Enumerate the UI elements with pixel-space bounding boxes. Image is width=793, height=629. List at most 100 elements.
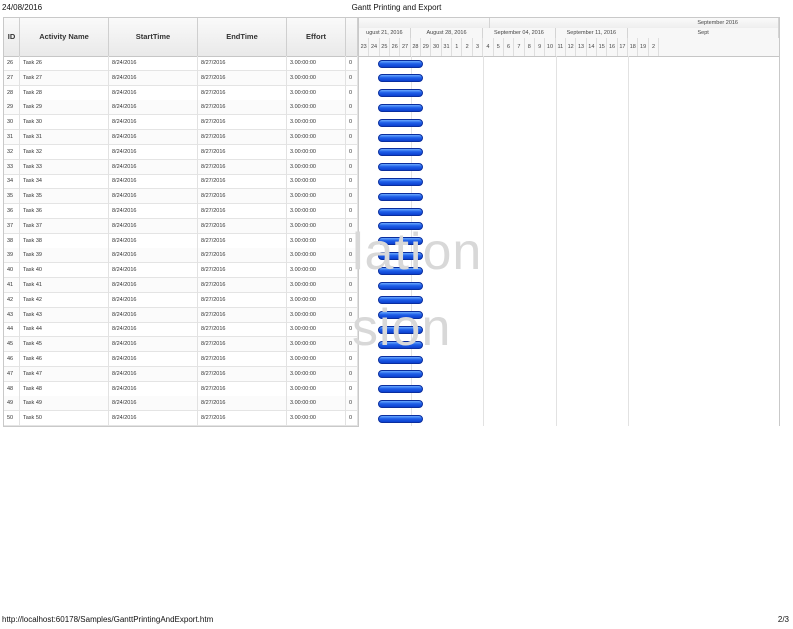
- task-bar[interactable]: [378, 133, 423, 142]
- timeline-day: 9: [535, 38, 546, 56]
- table-row[interactable]: 49 Task 49 8/24/2016 8/27/2016 3.00:00:00 0: [4, 396, 358, 412]
- table-row[interactable]: 43 Task 43 8/24/2016 8/27/2016 3.00:00:00 0: [4, 307, 358, 323]
- row-extra: 0: [346, 411, 358, 426]
- task-bar[interactable]: [378, 59, 423, 68]
- row-id: 44: [4, 322, 20, 338]
- row-start-time: 8/24/2016: [109, 85, 198, 101]
- timeline-week: August 28, 2016: [411, 28, 484, 38]
- task-bar[interactable]: [378, 177, 423, 186]
- row-start-time: 8/24/2016: [109, 411, 198, 426]
- timeline-day: 5: [494, 38, 504, 56]
- table-row[interactable]: 37 Task 37 8/24/2016 8/27/2016 3.00:00:00 0: [4, 218, 358, 234]
- column-header-activity-name[interactable]: Activity Name: [20, 18, 109, 56]
- column-header-end-time[interactable]: EndTime: [198, 18, 287, 56]
- row-id: 36: [4, 204, 20, 219]
- row-effort: 3.00:00:00: [287, 307, 346, 323]
- task-bar[interactable]: [378, 74, 423, 83]
- task-bar[interactable]: [378, 192, 423, 201]
- row-id: 47: [4, 366, 20, 382]
- table-row[interactable]: 45 Task 45 8/24/2016 8/27/2016 3.00:00:00 0: [4, 337, 358, 353]
- row-effort: 3.00:00:00: [287, 174, 346, 190]
- timeline-day: 25: [380, 38, 391, 56]
- table-row[interactable]: 41 Task 41 8/24/2016 8/27/2016 3.00:00:00 0: [4, 278, 358, 293]
- row-effort: 3.00:00:00: [287, 248, 346, 264]
- task-bar[interactable]: [378, 385, 423, 394]
- row-activity-name: Task 41: [20, 278, 109, 293]
- table-row[interactable]: 48 Task 48 8/24/2016 8/27/2016 3.00:00:00 0: [4, 381, 358, 397]
- row-activity-name: Task 30: [20, 115, 109, 131]
- task-bar[interactable]: [378, 370, 423, 379]
- task-bar[interactable]: [378, 89, 423, 98]
- timeline-day: 27: [400, 38, 411, 56]
- row-end-time: 8/27/2016: [198, 174, 287, 190]
- column-header-effort[interactable]: Effort: [287, 18, 346, 56]
- timeline-day: 24: [369, 38, 380, 56]
- timeline-day: 26: [390, 38, 401, 56]
- row-start-time: 8/24/2016: [109, 115, 198, 131]
- timeline-day: 16: [607, 38, 618, 56]
- row-id: 27: [4, 70, 20, 86]
- table-row[interactable]: 34 Task 34 8/24/2016 8/27/2016 3.00:00:00 0: [4, 174, 358, 190]
- row-effort: 3.00:00:00: [287, 337, 346, 353]
- row-end-time: 8/27/2016: [198, 204, 287, 219]
- row-activity-name: Task 50: [20, 411, 109, 426]
- row-effort: 3.00:00:00: [287, 322, 346, 338]
- table-row[interactable]: 35 Task 35 8/24/2016 8/27/2016 3.00:00:00 0: [4, 189, 358, 205]
- table-row[interactable]: 38 Task 38 8/24/2016 8/27/2016 3.00:00:00 0: [4, 233, 358, 249]
- table-row[interactable]: 29 Task 29 8/24/2016 8/27/2016 3.00:00:00 0: [4, 100, 358, 116]
- print-url: http://localhost:60178/Samples/GanttPrin…: [2, 615, 214, 624]
- row-end-time: 8/27/2016: [198, 307, 287, 323]
- table-row[interactable]: 28 Task 28 8/24/2016 8/27/2016 3.00:00:00 0: [4, 85, 358, 101]
- row-effort: 3.00:00:00: [287, 292, 346, 308]
- table-row[interactable]: 31 Task 31 8/24/2016 8/27/2016 3.00:00:00 0: [4, 130, 358, 145]
- row-start-time: 8/24/2016: [109, 100, 198, 116]
- column-header-id[interactable]: ID: [4, 18, 20, 56]
- row-start-time: 8/24/2016: [109, 159, 198, 175]
- task-bar[interactable]: [378, 207, 423, 216]
- table-row[interactable]: 36 Task 36 8/24/2016 8/27/2016 3.00:00:00 0: [4, 204, 358, 219]
- row-extra: 0: [346, 204, 358, 219]
- row-id: 28: [4, 85, 20, 101]
- timeline-day: 11: [556, 38, 566, 56]
- timeline-day: 1: [452, 38, 463, 56]
- table-row[interactable]: 50 Task 50 8/24/2016 8/27/2016 3.00:00:00 0: [4, 411, 358, 426]
- row-extra: 0: [346, 85, 358, 101]
- task-bar[interactable]: [378, 163, 423, 172]
- task-bar[interactable]: [378, 103, 423, 112]
- row-end-time: 8/27/2016: [198, 263, 287, 279]
- table-row[interactable]: 27 Task 27 8/24/2016 8/27/2016 3.00:00:00 0: [4, 70, 358, 86]
- row-end-time: 8/27/2016: [198, 366, 287, 382]
- task-bar[interactable]: [378, 414, 423, 423]
- table-row[interactable]: 26 Task 26 8/24/2016 8/27/2016 3.00:00:00 0: [4, 56, 358, 71]
- table-row[interactable]: 47 Task 47 8/24/2016 8/27/2016 3.00:00:00 0: [4, 366, 358, 382]
- row-start-time: 8/24/2016: [109, 70, 198, 86]
- task-bar[interactable]: [378, 399, 423, 408]
- table-row[interactable]: 44 Task 44 8/24/2016 8/27/2016 3.00:00:00 0: [4, 322, 358, 338]
- row-effort: 3.00:00:00: [287, 85, 346, 101]
- row-activity-name: Task 43: [20, 307, 109, 323]
- row-start-time: 8/24/2016: [109, 396, 198, 412]
- row-start-time: 8/24/2016: [109, 130, 198, 145]
- column-header-start-time[interactable]: StartTime: [109, 18, 198, 56]
- table-row[interactable]: 40 Task 40 8/24/2016 8/27/2016 3.00:00:00 0: [4, 263, 358, 279]
- table-row[interactable]: 33 Task 33 8/24/2016 8/27/2016 3.00:00:00 0: [4, 159, 358, 175]
- column-header-extra[interactable]: [346, 18, 358, 56]
- timeline-day: 31: [442, 38, 453, 56]
- timeline-day: 6: [504, 38, 515, 56]
- timeline-day: 13: [576, 38, 587, 56]
- row-start-time: 8/24/2016: [109, 322, 198, 338]
- task-bar[interactable]: [378, 281, 423, 290]
- table-row[interactable]: 39 Task 39 8/24/2016 8/27/2016 3.00:00:00 0: [4, 248, 358, 264]
- print-title: Gantt Printing and Export: [351, 3, 442, 12]
- row-extra: 0: [346, 70, 358, 86]
- row-id: 43: [4, 307, 20, 323]
- table-row[interactable]: 42 Task 42 8/24/2016 8/27/2016 3.00:00:00 0: [4, 292, 358, 308]
- row-id: 34: [4, 174, 20, 190]
- table-row[interactable]: 30 Task 30 8/24/2016 8/27/2016 3.00:00:00 0: [4, 115, 358, 131]
- table-row[interactable]: 46 Task 46 8/24/2016 8/27/2016 3.00:00:00 0: [4, 352, 358, 367]
- row-activity-name: Task 48: [20, 381, 109, 397]
- task-bar[interactable]: [378, 148, 423, 157]
- table-row[interactable]: 32 Task 32 8/24/2016 8/27/2016 3.00:00:00 0: [4, 144, 358, 160]
- task-bar[interactable]: [378, 118, 423, 127]
- row-end-time: 8/27/2016: [198, 130, 287, 145]
